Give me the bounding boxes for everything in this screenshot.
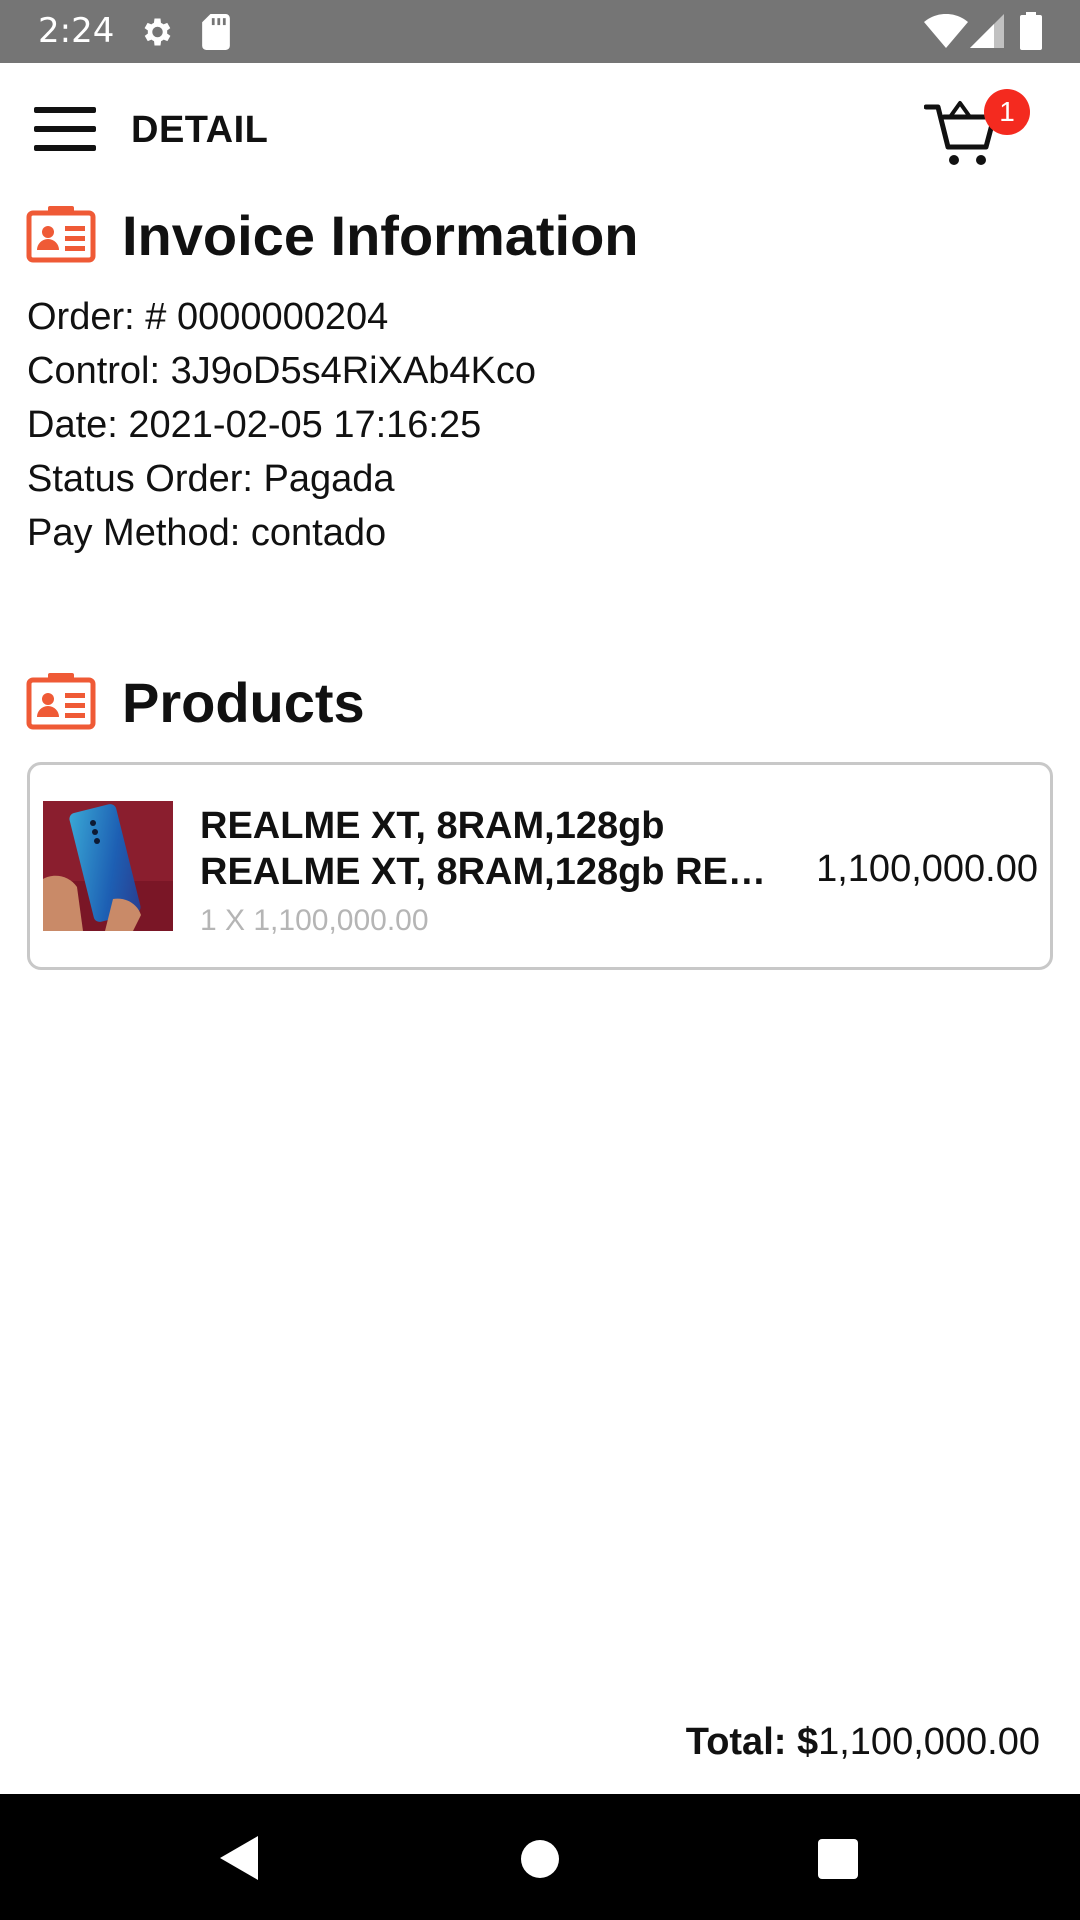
order-date: Date: 2021-02-05 17:16:25 [27,404,482,446]
battery-icon [1020,12,1042,50]
total-label: Total: [685,1721,787,1763]
product-description: REALME XT, 8RAM,128gb RE… [200,851,766,893]
wifi-icon [924,14,968,48]
order-total: Total: $1,100,000.00 [686,1718,1040,1766]
back-icon[interactable] [218,1834,260,1882]
status-time: 2:24 [38,11,115,51]
home-icon[interactable] [521,1840,559,1878]
hamburger-menu-icon[interactable] [34,107,96,151]
product-image [43,801,173,931]
cart-badge: 1 [984,89,1030,135]
product-card[interactable]: REALME XT, 8RAM,128gb REALME XT, 8RAM,12… [27,762,1053,970]
order-status: Status Order: Pagada [27,458,395,500]
products-section-title: Products [122,671,365,734]
cart-button[interactable]: 1 [918,89,1030,189]
page-title: DETAIL [131,109,269,151]
navigation-bar [0,1794,1080,1920]
app-bar: DETAIL 1 [0,63,1080,193]
product-name: REALME XT, 8RAM,128gb [200,805,665,847]
total-currency: $ [796,1721,819,1763]
control-code: Control: 3J9oD5s4RiXAb4Kco [27,350,537,392]
invoice-info: Order: # 0000000204 Control: 3J9oD5s4RiX… [27,290,536,560]
total-amount: 1,100,000.00 [818,1721,1040,1763]
signal-icon [970,14,1004,48]
product-quantity: 1 X 1,100,000.00 [200,904,429,937]
gear-icon [144,18,171,46]
invoice-section-title: Invoice Information [122,204,639,267]
recents-icon[interactable] [818,1839,858,1879]
order-number: Order: # 0000000204 [27,296,389,338]
pay-method: Pay Method: contado [27,512,387,554]
status-bar: 2:24 [0,0,1080,63]
id-card-icon [26,206,96,263]
invoice-section-header: Invoice Information [26,201,1026,271]
products-section-header: Products [26,668,1026,738]
id-card-icon [26,673,96,730]
product-price: 1,100,000.00 [816,848,1038,890]
sd-card-icon [202,14,230,50]
